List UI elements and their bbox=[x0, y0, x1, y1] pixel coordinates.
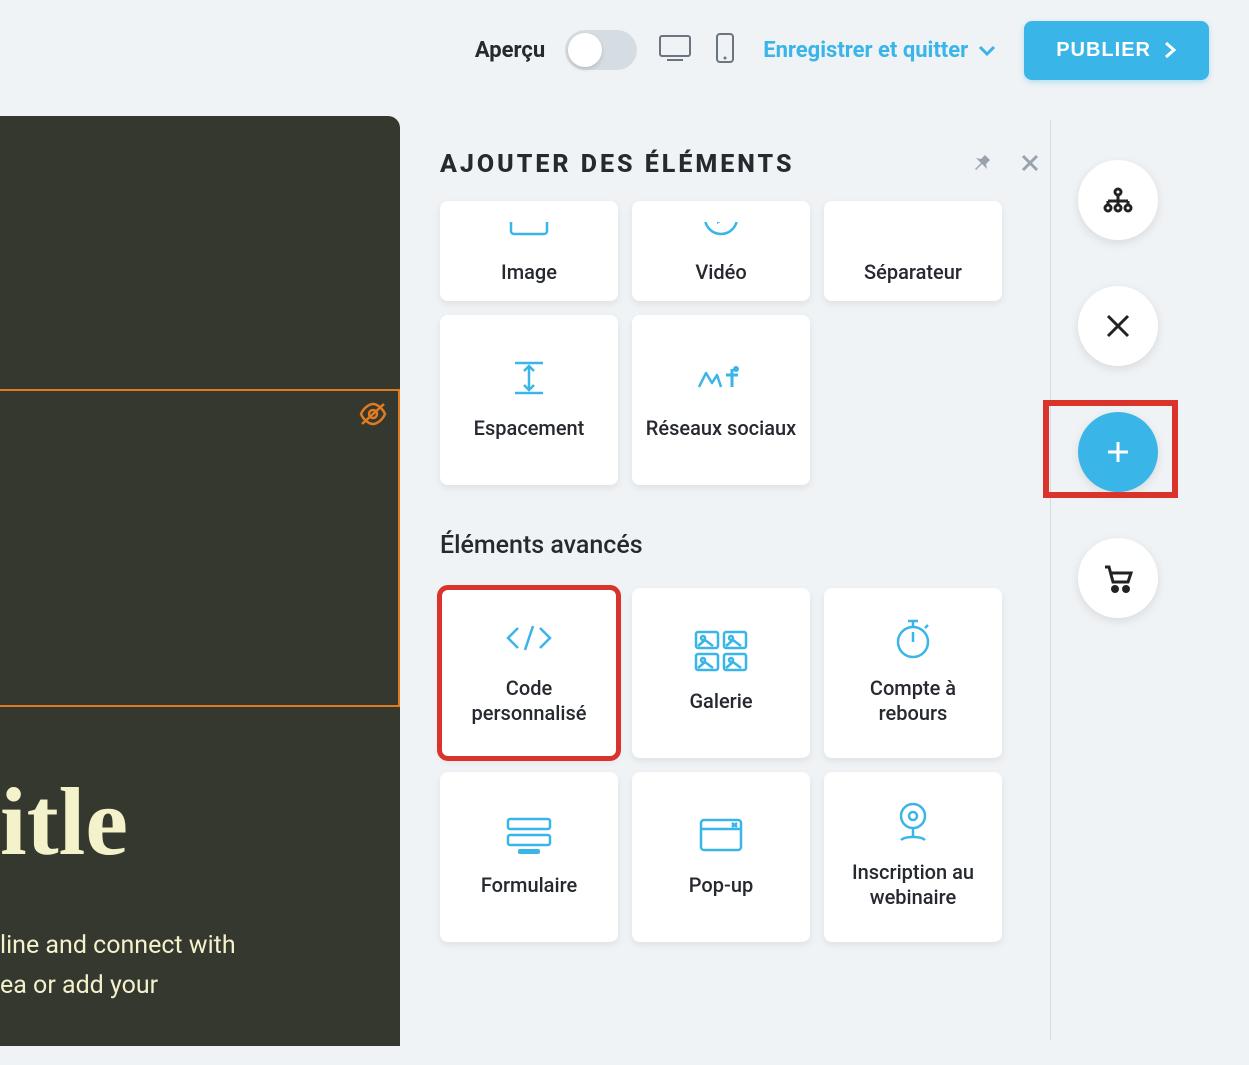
mobile-icon[interactable] bbox=[715, 32, 735, 68]
pin-icon[interactable] bbox=[972, 153, 992, 177]
preview-label: Aperçu bbox=[475, 38, 545, 63]
panel-header: Ajouter des éléments bbox=[440, 150, 1040, 179]
rail-design-button[interactable] bbox=[1078, 286, 1158, 366]
tile-image[interactable]: Image bbox=[440, 201, 618, 301]
spacing-icon bbox=[509, 360, 549, 396]
rail-divider bbox=[1050, 120, 1051, 1040]
social-icon bbox=[696, 360, 746, 396]
desktop-icon[interactable] bbox=[657, 33, 693, 67]
code-icon bbox=[502, 620, 556, 656]
publish-button[interactable]: PUBLIER bbox=[1024, 21, 1209, 80]
chevron-right-icon bbox=[1163, 41, 1177, 59]
tile-spacing[interactable]: Espacement bbox=[440, 315, 618, 485]
rail-cart-button[interactable] bbox=[1078, 538, 1158, 618]
stopwatch-icon bbox=[893, 620, 933, 656]
gallery-icon bbox=[693, 633, 749, 669]
toggle-knob bbox=[568, 33, 602, 67]
tile-label: Formulaire bbox=[481, 873, 577, 898]
image-icon bbox=[509, 211, 549, 246]
save-quit-label: Enregistrer et quitter bbox=[763, 38, 968, 63]
tile-label: Espacement bbox=[474, 416, 585, 441]
preview-toggle[interactable] bbox=[565, 30, 637, 70]
right-rail bbox=[1068, 160, 1168, 618]
tile-form[interactable]: Formulaire bbox=[440, 772, 618, 942]
advanced-tiles-row2: Formulaire Pop-up Inscription au webinai… bbox=[440, 772, 1040, 942]
tile-label: Pop-up bbox=[689, 873, 753, 898]
chevron-down-icon bbox=[978, 44, 996, 56]
tile-webinar[interactable]: Inscription au webinaire bbox=[824, 772, 1002, 942]
panel-controls bbox=[972, 153, 1040, 177]
basic-tiles-row1: Image Vidéo Séparateur bbox=[440, 201, 1040, 301]
canvas-preview[interactable]: itle line and connect with ea or add you… bbox=[0, 116, 400, 1046]
form-icon bbox=[504, 817, 554, 853]
tile-label: Image bbox=[501, 260, 557, 285]
preview-controls: Aperçu bbox=[475, 30, 735, 70]
tile-countdown[interactable]: Compte à rebours bbox=[824, 588, 1002, 758]
video-icon bbox=[701, 211, 741, 246]
canvas-subtitle-text[interactable]: line and connect with ea or add your bbox=[0, 926, 236, 1006]
tile-social[interactable]: Réseaux sociaux bbox=[632, 315, 810, 485]
device-icons bbox=[657, 32, 735, 68]
basic-tiles-row2: Espacement Réseaux sociaux bbox=[440, 315, 1040, 485]
tile-popup[interactable]: Pop-up bbox=[632, 772, 810, 942]
popup-icon bbox=[696, 817, 746, 853]
tile-label: Galerie bbox=[689, 689, 752, 714]
add-elements-panel: Ajouter des éléments Image Vidéo Sépar bbox=[440, 150, 1040, 942]
webcam-icon bbox=[894, 804, 932, 840]
tile-gallery[interactable]: Galerie bbox=[632, 588, 810, 758]
canvas-title-text[interactable]: itle bbox=[0, 766, 128, 877]
publish-label: PUBLIER bbox=[1056, 39, 1151, 62]
advanced-section-title: Éléments avancés bbox=[440, 531, 1040, 560]
tile-label: Vidéo bbox=[695, 260, 746, 285]
tile-label: Inscription au webinaire bbox=[834, 860, 992, 910]
tile-label: Réseaux sociaux bbox=[646, 416, 796, 441]
top-toolbar: Aperçu Enregistrer et quitter PUBLIER bbox=[0, 0, 1249, 100]
tile-label: Code personnalisé bbox=[450, 676, 608, 726]
canvas-selected-block[interactable] bbox=[0, 389, 400, 707]
tile-label: Compte à rebours bbox=[834, 676, 992, 726]
tile-video[interactable]: Vidéo bbox=[632, 201, 810, 301]
panel-title: Ajouter des éléments bbox=[440, 150, 794, 179]
tile-label: Séparateur bbox=[864, 260, 962, 285]
rail-add-button[interactable] bbox=[1078, 412, 1158, 492]
visibility-off-icon[interactable] bbox=[358, 401, 388, 431]
tile-separator[interactable]: Séparateur bbox=[824, 201, 1002, 301]
advanced-tiles-row1: Code personnalisé Galerie Compte à rebou… bbox=[440, 588, 1040, 758]
close-icon[interactable] bbox=[1020, 153, 1040, 177]
save-and-quit-button[interactable]: Enregistrer et quitter bbox=[763, 38, 996, 63]
rail-sitemap-button[interactable] bbox=[1078, 160, 1158, 240]
tile-custom-code[interactable]: Code personnalisé bbox=[440, 588, 618, 758]
